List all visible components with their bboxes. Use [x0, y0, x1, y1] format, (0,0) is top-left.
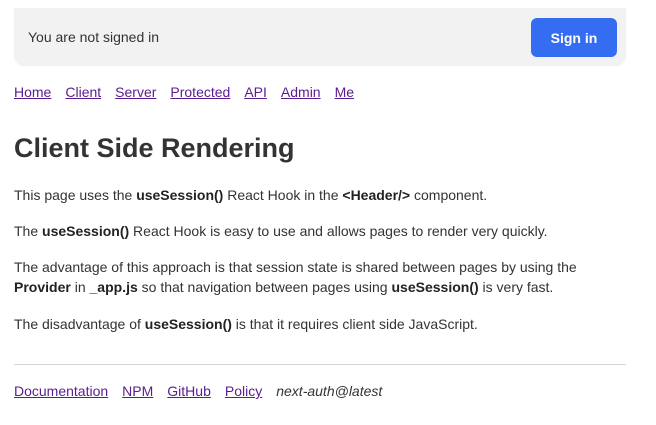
- page: You are not signed in Sign in Home Clien…: [0, 0, 656, 425]
- text-segment: This page uses the: [14, 187, 137, 203]
- code-term: useSession(): [144, 316, 232, 332]
- version-label: next-auth@latest: [276, 383, 383, 399]
- nav-link-protected[interactable]: Protected: [170, 83, 230, 101]
- paragraph-ease: The useSession() React Hook is easy to u…: [14, 221, 624, 241]
- footer-link-policy[interactable]: Policy: [225, 382, 262, 400]
- text-segment: component.: [410, 187, 488, 203]
- text-segment: is that it requires client side JavaScri…: [231, 316, 478, 332]
- footer-link-documentation[interactable]: Documentation: [14, 382, 108, 400]
- nav-link-home[interactable]: Home: [14, 83, 51, 101]
- signin-status-bar: You are not signed in Sign in: [14, 8, 626, 66]
- code-term: useSession(): [42, 223, 130, 239]
- text-segment: React Hook is easy to use and allows pag…: [129, 223, 548, 239]
- footer: Documentation NPM GitHub Policy next-aut…: [14, 382, 382, 400]
- text-segment: so that navigation between pages using: [137, 279, 392, 295]
- signin-status-text: You are not signed in: [28, 29, 160, 45]
- code-term: useSession(): [136, 187, 224, 203]
- nav-link-me[interactable]: Me: [335, 83, 354, 101]
- nav-link-server[interactable]: Server: [115, 83, 156, 101]
- text-segment: The: [14, 223, 43, 239]
- text-segment: is very fast.: [478, 279, 554, 295]
- paragraph-advantage: The advantage of this approach is that s…: [14, 257, 624, 297]
- nav-link-admin[interactable]: Admin: [281, 83, 321, 101]
- paragraph-usage: This page uses the useSession() React Ho…: [14, 185, 624, 205]
- code-term: useSession(): [391, 279, 479, 295]
- nav-link-client[interactable]: Client: [65, 83, 101, 101]
- code-term: _app.js: [89, 279, 138, 295]
- text-segment: The advantage of this approach is that s…: [14, 259, 577, 275]
- code-term: Provider: [14, 279, 71, 295]
- footer-link-npm[interactable]: NPM: [122, 382, 153, 400]
- text-segment: in: [70, 279, 90, 295]
- sign-in-button[interactable]: Sign in: [531, 18, 617, 57]
- main-nav: Home Client Server Protected API Admin M…: [14, 83, 368, 101]
- paragraph-disadvantage: The disadvantage of useSession() is that…: [14, 314, 624, 334]
- page-title: Client Side Rendering: [14, 133, 295, 163]
- nav-link-api[interactable]: API: [244, 83, 267, 101]
- text-segment: React Hook in the: [223, 187, 343, 203]
- footer-divider: [14, 364, 626, 365]
- text-segment: The disadvantage of: [14, 316, 145, 332]
- code-term: <Header/>: [342, 187, 411, 203]
- footer-link-github[interactable]: GitHub: [167, 382, 211, 400]
